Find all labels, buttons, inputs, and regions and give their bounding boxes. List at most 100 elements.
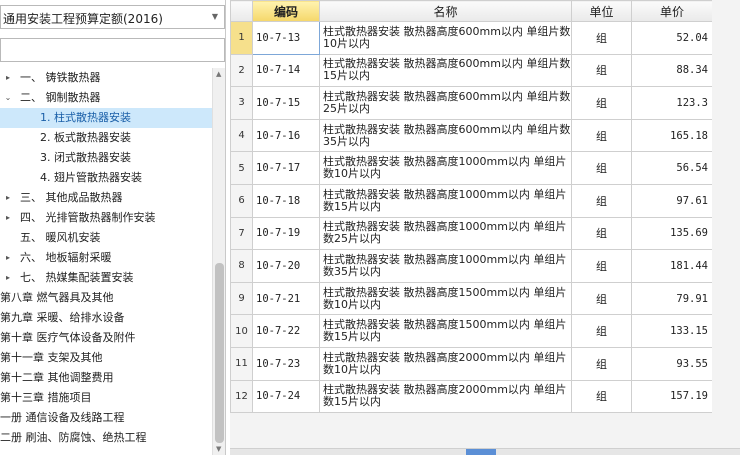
price-cell[interactable]: 165.18 <box>631 118 713 153</box>
header-name[interactable]: 名称 <box>319 0 572 22</box>
header-unit[interactable]: 单位 <box>571 0 632 22</box>
header-price[interactable]: 单价 <box>631 0 713 22</box>
unit-cell[interactable]: 组 <box>571 86 632 120</box>
table-row[interactable]: 12 10-7-24 柱式散热器安装 散热器高度2000mm以内 单组片数15片以内… <box>230 379 713 414</box>
price-cell[interactable]: 93.55 <box>631 346 713 381</box>
price-cell[interactable]: 88.34 <box>631 53 713 88</box>
price-cell[interactable]: 133.15 <box>631 314 713 348</box>
price-cell[interactable]: 181.44 <box>631 249 713 283</box>
price-cell[interactable]: 97.61 <box>631 183 713 218</box>
code-cell[interactable]: 10-7-22 <box>252 314 320 348</box>
scroll-down-icon[interactable]: ▼ <box>216 445 221 453</box>
tree-node[interactable]: ▸ 四、 光排管散热器制作安装 <box>0 208 212 228</box>
table-row[interactable]: 5 10-7-17 柱式散热器安装 散热器高度1000mm以内 单组片数10片以内组… <box>230 151 713 185</box>
row-index-cell[interactable]: 2 <box>230 53 253 88</box>
name-cell[interactable]: 柱式散热器安装 散热器高度600mm以内 单组片数10片以内 <box>319 21 572 55</box>
row-index-cell[interactable]: 1 <box>230 21 253 55</box>
tree-node[interactable]: 五、 暖风机安装 <box>0 228 212 248</box>
tree-node[interactable]: 第十章 医疗气体设备及附件 <box>0 328 212 348</box>
code-cell[interactable]: 10-7-20 <box>252 249 320 283</box>
expand-arrow-icon[interactable]: ▸ <box>3 268 13 288</box>
unit-cell[interactable]: 组 <box>571 53 632 88</box>
name-cell[interactable]: 柱式散热器安装 散热器高度2000mm以内 单组片数15片以内 <box>319 379 572 414</box>
unit-cell[interactable]: 组 <box>571 249 632 283</box>
code-cell[interactable]: 10-7-24 <box>252 379 320 414</box>
tree-node[interactable]: 二册 刷油、防腐蚀、绝热工程 <box>0 428 212 448</box>
tree-scrollbar-thumb[interactable] <box>215 263 224 443</box>
unit-cell[interactable]: 组 <box>571 183 632 218</box>
tree-node[interactable]: 一册 通信设备及线路工程 <box>0 408 212 428</box>
name-cell[interactable]: 柱式散热器安装 散热器高度2000mm以内 单组片数10片以内 <box>319 346 572 381</box>
unit-cell[interactable]: 组 <box>571 379 632 414</box>
row-index-cell[interactable]: 6 <box>230 183 253 218</box>
tree-node[interactable]: 第十一章 支架及其他 <box>0 348 212 368</box>
price-cell[interactable]: 157.19 <box>631 379 713 414</box>
chevron-down-icon[interactable]: ▼ <box>212 12 218 21</box>
name-cell[interactable]: 柱式散热器安装 散热器高度1000mm以内 单组片数10片以内 <box>319 151 572 185</box>
grid-scroll-marker[interactable] <box>466 449 496 455</box>
table-row[interactable]: 6 10-7-18 柱式散热器安装 散热器高度1000mm以内 单组片数15片以内组… <box>230 183 713 218</box>
code-cell[interactable]: 10-7-21 <box>252 281 320 316</box>
unit-cell[interactable]: 组 <box>571 314 632 348</box>
unit-cell[interactable]: 组 <box>571 216 632 251</box>
table-row[interactable]: 1 10-7-13 柱式散热器安装 散热器高度600mm以内 单组片数10片以内组 5… <box>230 21 713 55</box>
quota-set-dropdown[interactable]: 通用安装工程预算定额(2016) ▼ <box>0 5 225 29</box>
table-row[interactable]: 3 10-7-15 柱式散热器安装 散热器高度600mm以内 单组片数25片以内组 1… <box>230 86 713 120</box>
code-cell[interactable]: 10-7-17 <box>252 151 320 185</box>
name-cell[interactable]: 柱式散热器安装 散热器高度1500mm以内 单组片数15片以内 <box>319 314 572 348</box>
unit-cell[interactable]: 组 <box>571 281 632 316</box>
tree-node[interactable]: 第九章 采暖、给排水设备 <box>0 308 212 328</box>
header-code[interactable]: 编码 <box>252 0 320 22</box>
table-row[interactable]: 2 10-7-14 柱式散热器安装 散热器高度600mm以内 单组片数15片以内组 8… <box>230 53 713 88</box>
row-index-cell[interactable]: 12 <box>230 379 253 414</box>
name-cell[interactable]: 柱式散热器安装 散热器高度1500mm以内 单组片数10片以内 <box>319 281 572 316</box>
tree-node[interactable]: 第八章 燃气器具及其他 <box>0 288 212 308</box>
tree-node[interactable]: 4. 翅片管散热器安装 <box>0 168 212 188</box>
expand-arrow-icon[interactable]: ▸ <box>3 68 13 88</box>
search-input[interactable] <box>1 39 224 61</box>
name-cell[interactable]: 柱式散热器安装 散热器高度600mm以内 单组片数35片以内 <box>319 118 572 153</box>
unit-cell[interactable]: 组 <box>571 346 632 381</box>
table-row[interactable]: 10 10-7-22 柱式散热器安装 散热器高度1500mm以内 单组片数15片以内… <box>230 314 713 348</box>
name-cell[interactable]: 柱式散热器安装 散热器高度600mm以内 单组片数15片以内 <box>319 53 572 88</box>
row-index-cell[interactable]: 11 <box>230 346 253 381</box>
row-index-cell[interactable]: 3 <box>230 86 253 120</box>
expand-arrow-icon[interactable]: ▸ <box>3 248 13 268</box>
name-cell[interactable]: 柱式散热器安装 散热器高度1000mm以内 单组片数15片以内 <box>319 183 572 218</box>
tree-node[interactable]: ▸ 七、 热媒集配装置安装 <box>0 268 212 288</box>
tree-node[interactable]: 1. 柱式散热器安装 <box>0 108 212 128</box>
code-cell[interactable]: 10-7-18 <box>252 183 320 218</box>
price-cell[interactable]: 135.69 <box>631 216 713 251</box>
unit-cell[interactable]: 组 <box>571 21 632 55</box>
tree-node[interactable]: ⌄ 二、 钢制散热器 <box>0 88 212 108</box>
expand-arrow-icon[interactable]: ▸ <box>3 188 13 208</box>
table-row[interactable]: 7 10-7-19 柱式散热器安装 散热器高度1000mm以内 单组片数25片以内组… <box>230 216 713 251</box>
search-box[interactable] <box>0 38 225 62</box>
table-row[interactable]: 8 10-7-20 柱式散热器安装 散热器高度1000mm以内 单组片数35片以内组… <box>230 249 713 283</box>
code-cell[interactable]: 10-7-19 <box>252 216 320 251</box>
tree-node[interactable]: 第十二章 其他调整费用 <box>0 368 212 388</box>
collapse-arrow-icon[interactable]: ⌄ <box>3 88 13 108</box>
price-cell[interactable]: 123.3 <box>631 86 713 120</box>
price-cell[interactable]: 52.04 <box>631 21 713 55</box>
row-index-cell[interactable]: 5 <box>230 151 253 185</box>
unit-cell[interactable]: 组 <box>571 151 632 185</box>
table-row[interactable]: 9 10-7-21 柱式散热器安装 散热器高度1500mm以内 单组片数10片以内组… <box>230 281 713 316</box>
row-index-cell[interactable]: 7 <box>230 216 253 251</box>
code-cell[interactable]: 10-7-15 <box>252 86 320 120</box>
price-cell[interactable]: 79.91 <box>631 281 713 316</box>
tree-scrollbar[interactable]: ▲ ▼ <box>212 68 225 455</box>
grid-horizontal-scrollbar[interactable] <box>230 448 740 455</box>
tree-node[interactable]: ▸ 一、 铸铁散热器 <box>0 68 212 88</box>
code-cell[interactable]: 10-7-14 <box>252 53 320 88</box>
scroll-up-icon[interactable]: ▲ <box>216 70 221 78</box>
row-index-cell[interactable]: 4 <box>230 118 253 153</box>
code-cell[interactable]: 10-7-16 <box>252 118 320 153</box>
code-cell[interactable]: 10-7-13 <box>252 21 320 55</box>
price-cell[interactable]: 56.54 <box>631 151 713 185</box>
name-cell[interactable]: 柱式散热器安装 散热器高度600mm以内 单组片数25片以内 <box>319 86 572 120</box>
tree-node[interactable]: 第十三章 措施项目 <box>0 388 212 408</box>
row-index-cell[interactable]: 8 <box>230 249 253 283</box>
unit-cell[interactable]: 组 <box>571 118 632 153</box>
table-row[interactable]: 11 10-7-23 柱式散热器安装 散热器高度2000mm以内 单组片数10片以内… <box>230 346 713 381</box>
